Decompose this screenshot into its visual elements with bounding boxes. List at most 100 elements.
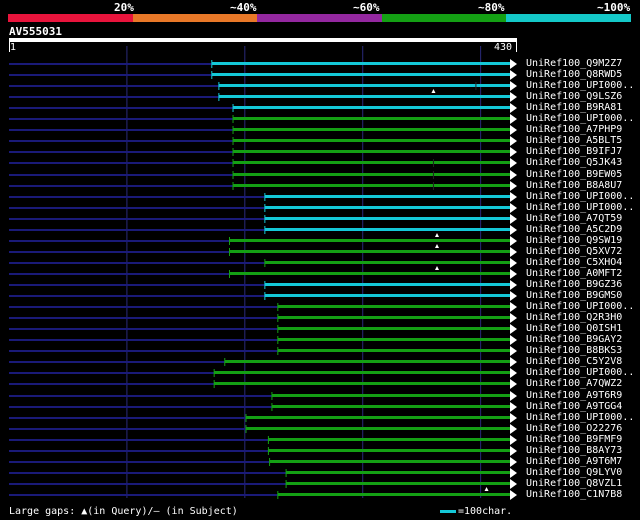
- hit-bar[interactable]: [271, 405, 512, 408]
- hit-bar[interactable]: [264, 195, 512, 198]
- hit-label[interactable]: UniRef100_B9RA81: [526, 102, 622, 113]
- hit-label[interactable]: UniRef100_Q9M2Z7: [526, 58, 622, 69]
- hit-bar[interactable]: [218, 84, 512, 87]
- hit-label[interactable]: UniRef100_Q5JK43: [526, 157, 622, 168]
- hit-arrow-icon: [510, 490, 517, 500]
- hit-bar[interactable]: [233, 161, 512, 164]
- hit-label[interactable]: UniRef100_B9EW05: [526, 169, 622, 180]
- hit-bar[interactable]: [224, 360, 512, 363]
- hit-label[interactable]: UniRef100_B8A8U7: [526, 180, 622, 191]
- hit-label[interactable]: UniRef100_A5BLT5: [526, 135, 622, 146]
- hit-arrow-icon: [510, 214, 517, 224]
- hit-bar[interactable]: [277, 349, 512, 352]
- hit-arrow-icon: [510, 81, 517, 91]
- hit-bar[interactable]: [214, 371, 512, 374]
- hit-bar[interactable]: [264, 228, 512, 231]
- hit-bar[interactable]: [264, 206, 512, 209]
- hit-bar[interactable]: [229, 272, 512, 275]
- legend-label-2: ~40%: [230, 1, 257, 14]
- hit-bar[interactable]: [245, 427, 512, 430]
- hit-arrow-icon: [510, 269, 517, 279]
- hit-arrow-icon: [510, 435, 517, 445]
- scale-bar: [440, 510, 456, 513]
- hit-label[interactable]: UniRef100_A9T6M7: [526, 456, 622, 467]
- hit-label[interactable]: UniRef100_A9T6R9: [526, 390, 622, 401]
- hit-label[interactable]: UniRef100_B9FMF9: [526, 434, 622, 445]
- hit-label[interactable]: UniRef100_B9IFJ7: [526, 146, 622, 157]
- hit-label[interactable]: UniRef100_UPI000..: [526, 80, 634, 91]
- hit-label[interactable]: UniRef100_A7QT59: [526, 213, 622, 224]
- hit-label[interactable]: UniRef100_B9GAY2: [526, 334, 622, 345]
- hit-label[interactable]: UniRef100_Q0ISH1: [526, 323, 622, 334]
- hit-bar[interactable]: [229, 239, 512, 242]
- hit-label[interactable]: UniRef100_B9GZ36: [526, 279, 622, 290]
- hit-bar[interactable]: [277, 327, 512, 330]
- hit-arrow-icon: [510, 103, 517, 113]
- hit-label[interactable]: UniRef100_Q9LYV0: [526, 467, 622, 478]
- hit-bar[interactable]: [277, 493, 512, 496]
- legend-label-5: ~100%: [597, 1, 631, 14]
- hit-bar[interactable]: [229, 250, 512, 253]
- hit-arrow-icon: [510, 324, 517, 334]
- hit-label[interactable]: UniRef100_C1N7B8: [526, 489, 622, 500]
- hit-arrow-icon: [510, 181, 517, 191]
- hit-bar[interactable]: [233, 106, 512, 109]
- hit-bar[interactable]: [211, 73, 513, 76]
- hit-label[interactable]: UniRef100_O22276: [526, 423, 622, 434]
- hit-label[interactable]: UniRef100_Q9LSZ6: [526, 91, 622, 102]
- hit-label[interactable]: UniRef100_UPI000..: [526, 191, 634, 202]
- hit-arrow-icon: [510, 402, 517, 412]
- hit-label[interactable]: UniRef100_A5C2D9: [526, 224, 622, 235]
- hit-label[interactable]: UniRef100_Q8VZL1: [526, 478, 622, 489]
- hit-bar[interactable]: [269, 460, 512, 463]
- hit-label[interactable]: UniRef100_B8BKS3: [526, 345, 622, 356]
- hit-bar[interactable]: [233, 150, 512, 153]
- hit-label[interactable]: UniRef100_B8AY73: [526, 445, 622, 456]
- hit-label[interactable]: UniRef100_Q8RWD5: [526, 69, 622, 80]
- hit-arrow-icon: [510, 147, 517, 157]
- hit-bar[interactable]: [277, 316, 512, 319]
- hit-label[interactable]: UniRef100_UPI000..: [526, 113, 634, 124]
- hit-bar[interactable]: [214, 382, 512, 385]
- hit-bar[interactable]: [268, 449, 512, 452]
- hit-bar[interactable]: [233, 139, 512, 142]
- hit-bar[interactable]: [277, 305, 512, 308]
- legend-label-4: ~80%: [478, 1, 505, 14]
- hit-bar[interactable]: [218, 95, 512, 98]
- hit-label[interactable]: UniRef100_UPI000..: [526, 202, 634, 213]
- hit-bar[interactable]: [233, 117, 512, 120]
- hit-label[interactable]: UniRef100_A7QWZ2: [526, 378, 622, 389]
- hit-label[interactable]: UniRef100_Q9SW19: [526, 235, 622, 246]
- scale-label: =100char.: [458, 506, 513, 517]
- hit-label[interactable]: UniRef100_B9GMS0: [526, 290, 622, 301]
- hit-arrow-icon: [510, 114, 517, 124]
- hit-arrow-icon: [510, 335, 517, 345]
- hit-bar[interactable]: [233, 184, 512, 187]
- hit-bar[interactable]: [211, 62, 513, 65]
- gap-legend: Large gaps: ▲(in Query)/– (in Subject): [9, 506, 238, 517]
- hit-bar[interactable]: [286, 471, 512, 474]
- hit-label[interactable]: UniRef100_C5Y2V8: [526, 356, 622, 367]
- hit-arrow-icon: [510, 291, 517, 301]
- hit-bar[interactable]: [245, 416, 512, 419]
- hit-bar[interactable]: [233, 128, 512, 131]
- hit-label[interactable]: UniRef100_Q2R3H0: [526, 312, 622, 323]
- hit-label[interactable]: UniRef100_C5XHO4: [526, 257, 622, 268]
- hit-label[interactable]: UniRef100_A0MFT2: [526, 268, 622, 279]
- hit-label[interactable]: UniRef100_Q5XV72: [526, 246, 622, 257]
- hit-label[interactable]: UniRef100_A9TGG4: [526, 401, 622, 412]
- hit-bar[interactable]: [264, 294, 512, 297]
- hit-bar[interactable]: [264, 261, 512, 264]
- hit-arrow-icon: [510, 225, 517, 235]
- hit-bar[interactable]: [268, 438, 512, 441]
- hit-label[interactable]: UniRef100_UPI000..: [526, 412, 634, 423]
- hit-label[interactable]: UniRef100_UPI000..: [526, 301, 634, 312]
- hit-bar[interactable]: [264, 283, 512, 286]
- hit-bar[interactable]: [271, 394, 512, 397]
- hit-bar[interactable]: [286, 482, 512, 485]
- hit-bar[interactable]: [264, 217, 512, 220]
- hit-label[interactable]: UniRef100_UPI000..: [526, 367, 634, 378]
- hit-bar[interactable]: [277, 338, 512, 341]
- hit-label[interactable]: UniRef100_A7PHP9: [526, 124, 622, 135]
- hit-bar[interactable]: [233, 173, 512, 176]
